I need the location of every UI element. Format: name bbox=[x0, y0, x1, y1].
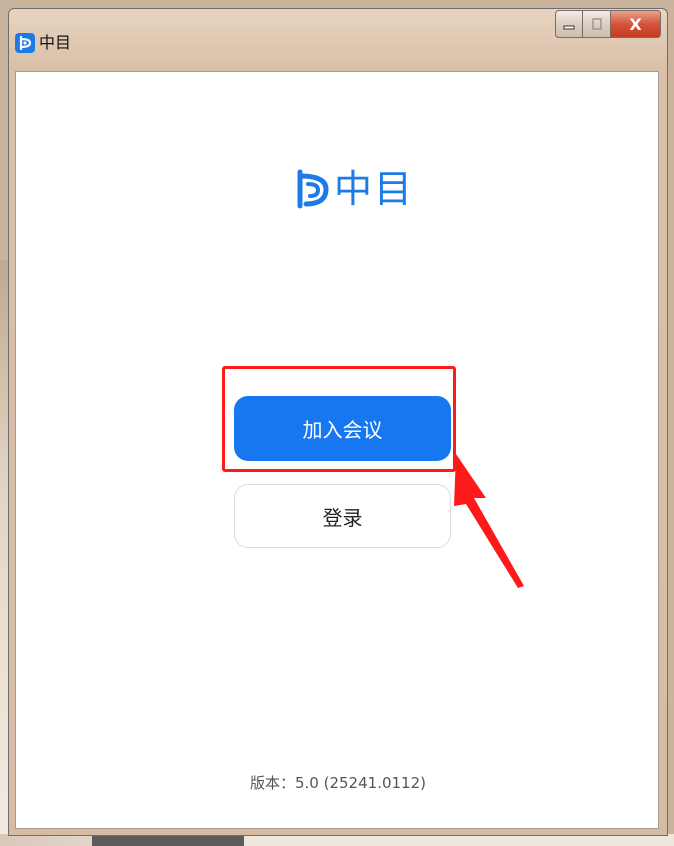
brand-name: 中目 bbox=[334, 167, 415, 211]
minimize-icon bbox=[563, 25, 575, 30]
minimize-button[interactable] bbox=[555, 10, 583, 38]
client-area: 中目 加入会议 登录 版本：5.0 (25241.0112) bbox=[15, 71, 659, 829]
window-title: 中目 bbox=[39, 33, 72, 52]
login-button[interactable]: 登录 bbox=[234, 484, 451, 548]
title-bar[interactable]: 中目 X bbox=[9, 9, 667, 71]
caption-buttons: X bbox=[555, 10, 661, 38]
version-label: 版本：5.0 (25241.0112) bbox=[250, 774, 426, 792]
close-icon: X bbox=[629, 14, 642, 34]
close-button[interactable]: X bbox=[611, 10, 661, 38]
brand-logo-icon bbox=[297, 169, 329, 209]
maximize-icon bbox=[591, 18, 602, 30]
join-meeting-button[interactable]: 加入会议 bbox=[234, 396, 451, 461]
app-logo-icon bbox=[15, 33, 35, 53]
app-window: 中目 X 中目 加入会议 登录 版本：5.0 (25241.0112) bbox=[8, 8, 668, 836]
maximize-button[interactable] bbox=[583, 10, 611, 38]
annotation-arrow-icon bbox=[454, 454, 524, 588]
brand-header: 中目 bbox=[296, 168, 414, 210]
taskbar-fragment bbox=[92, 835, 244, 846]
